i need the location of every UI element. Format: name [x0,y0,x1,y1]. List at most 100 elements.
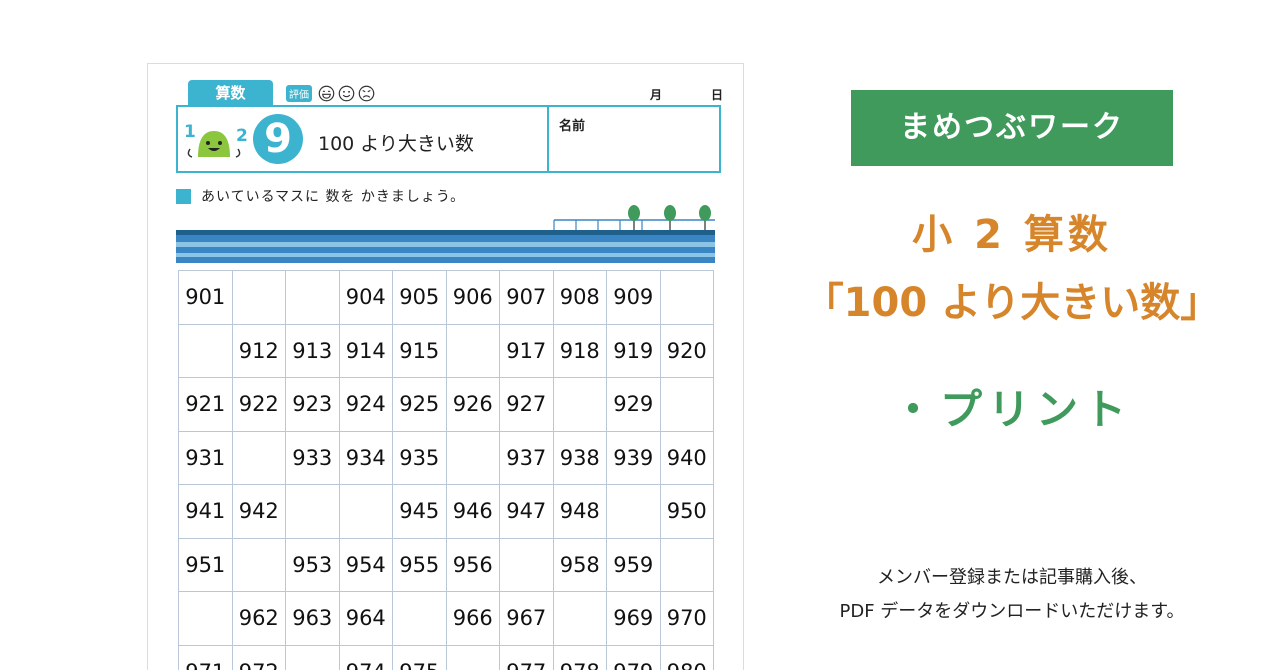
number-cell: 966 [445,591,500,646]
number-cell: 950 [659,484,714,539]
grid-row: 971972 974975 977978979980 [178,644,714,670]
number-cell: 972 [231,644,286,670]
number-cell: 927 [499,377,554,432]
blank-cell[interactable] [606,484,661,539]
number-cell: 948 [552,484,607,539]
number-cell: 977 [499,644,554,670]
subject-tab: 算数 [188,80,273,106]
number-cell: 933 [285,430,340,485]
tree-icon [664,205,676,230]
number-cell: 907 [499,270,554,325]
instruction-text: あいているマスに 数を かきましょう。 [201,189,466,205]
number-cell: 926 [445,377,500,432]
number-cell: 913 [285,323,340,378]
number-cell: 915 [392,323,447,378]
number-cell: 912 [231,323,286,378]
blank-cell[interactable] [499,537,554,592]
instruction-marker [176,188,191,204]
blank-cell[interactable] [392,591,447,646]
number-cell: 925 [392,377,447,432]
grid-row: 921 922 923 924 925 926 927 929 [178,377,714,432]
blank-cell[interactable] [231,270,286,325]
blank-cell[interactable] [285,270,340,325]
number-cell: 935 [392,430,447,485]
number-cell: 934 [338,430,393,485]
number-cell: 971 [178,644,233,670]
eval-label: 評価 [286,85,312,102]
number-cell: 975 [392,644,447,670]
number-cell: 954 [338,537,393,592]
number-cell: 969 [606,591,661,646]
download-note-line2: PDF データをダウンロードいただけます。 [839,601,1185,622]
grid-row: 901 904 905 906 907 908 909 [178,270,714,325]
brand-banner: まめつぶワーク [851,90,1173,166]
blank-cell[interactable] [552,377,607,432]
number-cell: 963 [285,591,340,646]
blank-cell[interactable] [285,644,340,670]
number-cell: 917 [499,323,554,378]
blank-cell[interactable] [659,270,714,325]
number-cell: 951 [178,537,233,592]
blank-cell[interactable] [659,537,714,592]
number-grid: 901 904 905 906 907 908 909 912 913 914 915 917 918 9… [178,270,714,670]
unit-title: 100 より大きい数 [318,133,474,155]
number-cell: 967 [499,591,554,646]
grid-row: 912 913 914 915 917 918 919 920 [178,323,714,378]
title-grade-subject: 小 2 算数 [912,212,1112,258]
number-cell: 953 [285,537,340,592]
blank-cell[interactable] [178,591,233,646]
tree-icon [699,205,711,230]
grid-row: 931 933 934 935 937 938 939 940 [178,430,714,485]
mascot-number-1: 1 [184,122,196,142]
number-cell: 919 [606,323,661,378]
blank-cell[interactable] [231,537,286,592]
blank-cell[interactable] [659,377,714,432]
number-cell: 979 [606,644,661,670]
blank-cell[interactable] [231,430,286,485]
smile-face-icon [338,85,355,102]
name-label: 名前 [559,119,586,134]
number-cell: 929 [606,377,661,432]
grid-row: 951 953 954 955 956 958 959 [178,537,714,592]
number-cell: 959 [606,537,661,592]
mascot-icon: 1 2 [184,122,248,158]
unit-panel: 1 2 9 100 より大きい数 [178,107,549,171]
number-cell: 942 [231,484,286,539]
number-cell: 923 [285,377,340,432]
number-cell: 941 [178,484,233,539]
worksheet-preview: 算数 評価 月 日 1 2 9 100 より大きい数 名前 あいているマスに 数… [147,63,744,670]
evaluation: 評価 [286,85,375,102]
blank-cell[interactable] [178,323,233,378]
number-cell: 901 [178,270,233,325]
blank-cell[interactable] [445,323,500,378]
number-cell: 940 [659,430,714,485]
number-cell: 914 [338,323,393,378]
name-panel: 名前 [549,107,719,171]
grid-row: 962 963 964 966 967 969 970 [178,591,714,646]
number-cell: 955 [392,537,447,592]
blank-cell[interactable] [338,484,393,539]
number-cell: 904 [338,270,393,325]
blank-cell[interactable] [445,644,500,670]
number-cell: 920 [659,323,714,378]
month-label: 月 [650,88,663,102]
blank-cell[interactable] [552,591,607,646]
number-cell: 962 [231,591,286,646]
number-cell: 921 [178,377,233,432]
blank-cell[interactable] [285,484,340,539]
number-cell: 974 [338,644,393,670]
header-box: 1 2 9 100 より大きい数 名前 [176,105,721,173]
number-cell: 956 [445,537,500,592]
number-cell: 939 [606,430,661,485]
grid-row: 941 942 945 946 947 948 950 [178,484,714,539]
number-cell: 947 [499,484,554,539]
download-note-line1: メンバー登録または記事購入後、 [877,567,1147,588]
number-cell: 922 [231,377,286,432]
number-cell: 958 [552,537,607,592]
instruction: あいているマスに 数を かきましょう。 [176,186,465,206]
number-cell: 906 [445,270,500,325]
happy-face-icon [318,85,335,102]
blank-cell[interactable] [445,430,500,485]
unit-number: 9 [253,114,303,164]
bridge-river-illustration [176,205,715,263]
